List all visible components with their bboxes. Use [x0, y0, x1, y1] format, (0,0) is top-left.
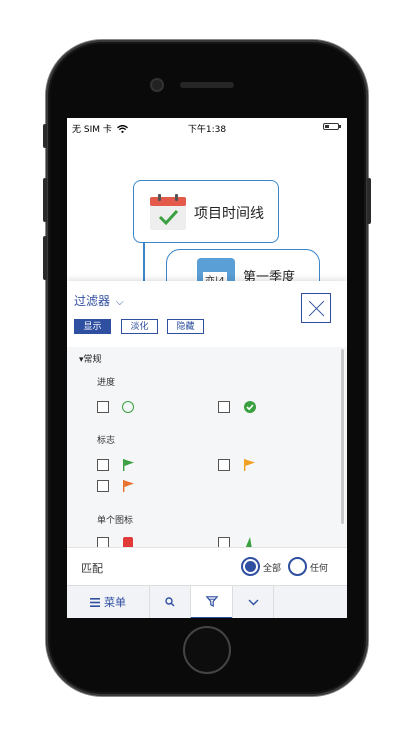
volume-down-button	[43, 236, 47, 280]
progress-empty-icon	[122, 401, 134, 413]
screen: 无 SIM 卡 下午1:38 项目时间线 亦|4 第一季度 过滤器⌵ 显示 淡	[67, 118, 347, 618]
orange-flag-icon	[123, 480, 134, 492]
group-label-single-icons: 单个图标	[97, 516, 134, 526]
green-icon-checkbox[interactable]	[218, 537, 230, 547]
match-all-label[interactable]: 全部	[263, 561, 281, 574]
mute-switch	[43, 124, 47, 148]
camera	[152, 80, 162, 90]
progress-done-checkbox[interactable]	[218, 401, 230, 413]
match-any-label[interactable]: 任何	[310, 561, 328, 574]
green-icon	[245, 537, 252, 547]
yellow-flag-checkbox[interactable]	[218, 459, 230, 471]
progress-empty-checkbox[interactable]	[97, 401, 109, 413]
match-all-radio[interactable]	[241, 557, 260, 576]
section-header[interactable]: ▾常规	[79, 352, 102, 365]
close-button[interactable]	[301, 293, 331, 323]
match-any-radio[interactable]	[288, 557, 307, 576]
mode-hide-button[interactable]: 隐藏	[167, 319, 204, 334]
volume-up-button	[43, 178, 47, 222]
clock: 下午1:38	[187, 125, 227, 135]
speaker	[180, 82, 234, 88]
root-node[interactable]: 项目时间线	[133, 180, 279, 243]
power-button	[367, 178, 371, 224]
search-icon	[165, 597, 175, 607]
green-flag-icon	[123, 459, 134, 471]
status-bar: 无 SIM 卡 下午1:38	[67, 118, 347, 136]
bottom-toolbar: 菜单	[67, 585, 347, 618]
filter-icon	[205, 596, 218, 607]
calendar-check-icon	[150, 194, 186, 230]
connector-line	[143, 243, 145, 283]
root-node-label: 项目时间线	[194, 206, 264, 222]
toolbar-spacer	[273, 586, 347, 618]
collapse-button[interactable]	[232, 586, 273, 618]
match-label: 匹配	[81, 562, 103, 575]
filter-panel: 过滤器 ⌵ 显示 淡化 隐藏 ▾常规 进度 标志 单个图标 匹配 全部 任何 菜…	[67, 281, 347, 618]
group-label-progress: 进度	[97, 378, 116, 388]
scrollbar[interactable]	[341, 349, 344, 524]
yellow-flag-icon	[244, 459, 255, 471]
green-flag-checkbox[interactable]	[97, 459, 109, 471]
match-row: 匹配 全部 任何	[67, 547, 347, 586]
filter-title[interactable]: 过滤器 ⌵	[74, 292, 124, 309]
battery-icon	[323, 123, 341, 130]
mindmap-canvas[interactable]: 项目时间线 亦|4 第一季度	[67, 136, 347, 309]
orange-flag-checkbox[interactable]	[97, 480, 109, 492]
mode-show-button[interactable]: 显示	[74, 319, 111, 334]
filter-button[interactable]	[190, 586, 232, 618]
chevron-down-icon: ⌵	[116, 297, 124, 308]
menu-button[interactable]: 菜单	[67, 586, 149, 618]
mode-fade-button[interactable]: 淡化	[121, 319, 158, 334]
chevron-down-icon	[248, 599, 258, 606]
menu-icon	[90, 598, 100, 607]
search-button[interactable]	[149, 586, 190, 618]
progress-done-icon	[244, 401, 256, 413]
group-label-flags: 标志	[97, 436, 116, 446]
red-icon-checkbox[interactable]	[97, 537, 109, 547]
filter-list[interactable]: ▾常规 进度 标志 单个图标	[67, 347, 347, 547]
home-button[interactable]	[183, 626, 231, 674]
red-icon	[123, 537, 133, 547]
